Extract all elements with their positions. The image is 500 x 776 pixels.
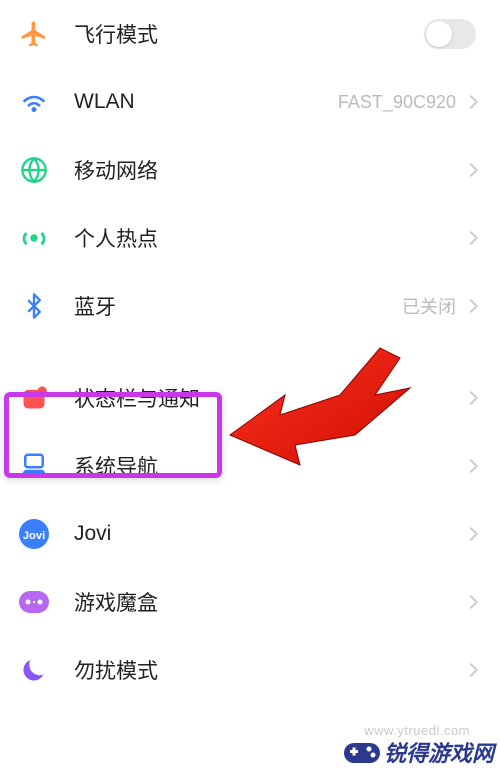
setting-mobile[interactable]: 移动网络 (0, 136, 500, 204)
item-label: 飞行模式 (74, 19, 424, 49)
wifi-icon (18, 86, 50, 118)
item-label: 个人热点 (74, 223, 466, 253)
settings-list: 飞行模式 WLAN FAST_90C920 移动网络 个人热点 蓝牙 已关闭 (0, 0, 500, 704)
moon-icon (18, 654, 50, 686)
notification-icon (18, 382, 50, 414)
item-label: 状态栏与通知 (74, 383, 466, 413)
chevron-right-icon (464, 459, 478, 473)
airplane-toggle[interactable] (424, 19, 476, 49)
item-label: 移动网络 (74, 155, 466, 185)
item-value: 已关闭 (402, 293, 456, 319)
controller-icon (344, 739, 380, 765)
setting-hotspot[interactable]: 个人热点 (0, 204, 500, 272)
bluetooth-icon (18, 290, 50, 322)
item-label: WLAN (74, 90, 338, 114)
item-value: FAST_90C920 (338, 92, 456, 113)
setting-airplane[interactable]: 飞行模式 (0, 0, 500, 68)
hotspot-icon (18, 222, 50, 254)
setting-statusbar[interactable]: 状态栏与通知 (0, 364, 500, 432)
svg-text:Jovi: Jovi (23, 530, 46, 542)
section-gap (0, 340, 500, 364)
gamebox-icon (18, 586, 50, 618)
chevron-right-icon (464, 663, 478, 677)
watermark: 锐得游戏网 (344, 736, 494, 768)
setting-bluetooth[interactable]: 蓝牙 已关闭 (0, 272, 500, 340)
setting-jovi[interactable]: Jovi Jovi (0, 500, 500, 568)
setting-wlan[interactable]: WLAN FAST_90C920 (0, 68, 500, 136)
item-label: 系统导航 (74, 451, 466, 481)
item-label: 游戏魔盒 (74, 587, 466, 617)
item-label: 蓝牙 (74, 291, 402, 321)
item-label: 勿扰模式 (74, 655, 466, 685)
setting-navigation[interactable]: 系统导航 (0, 432, 500, 500)
chevron-right-icon (464, 595, 478, 609)
chevron-right-icon (464, 163, 478, 177)
item-label: Jovi (74, 522, 466, 546)
airplane-icon (18, 18, 50, 50)
chevron-right-icon (464, 299, 478, 313)
chevron-right-icon (464, 231, 478, 245)
jovi-icon: Jovi (18, 518, 50, 550)
chevron-right-icon (464, 527, 478, 541)
navigation-icon (18, 450, 50, 482)
setting-dnd[interactable]: 勿扰模式 (0, 636, 500, 704)
chevron-right-icon (464, 95, 478, 109)
chevron-right-icon (464, 391, 478, 405)
globe-icon (18, 154, 50, 186)
watermark-brand: 锐得游戏网 (384, 736, 494, 768)
setting-gamebox[interactable]: 游戏魔盒 (0, 568, 500, 636)
